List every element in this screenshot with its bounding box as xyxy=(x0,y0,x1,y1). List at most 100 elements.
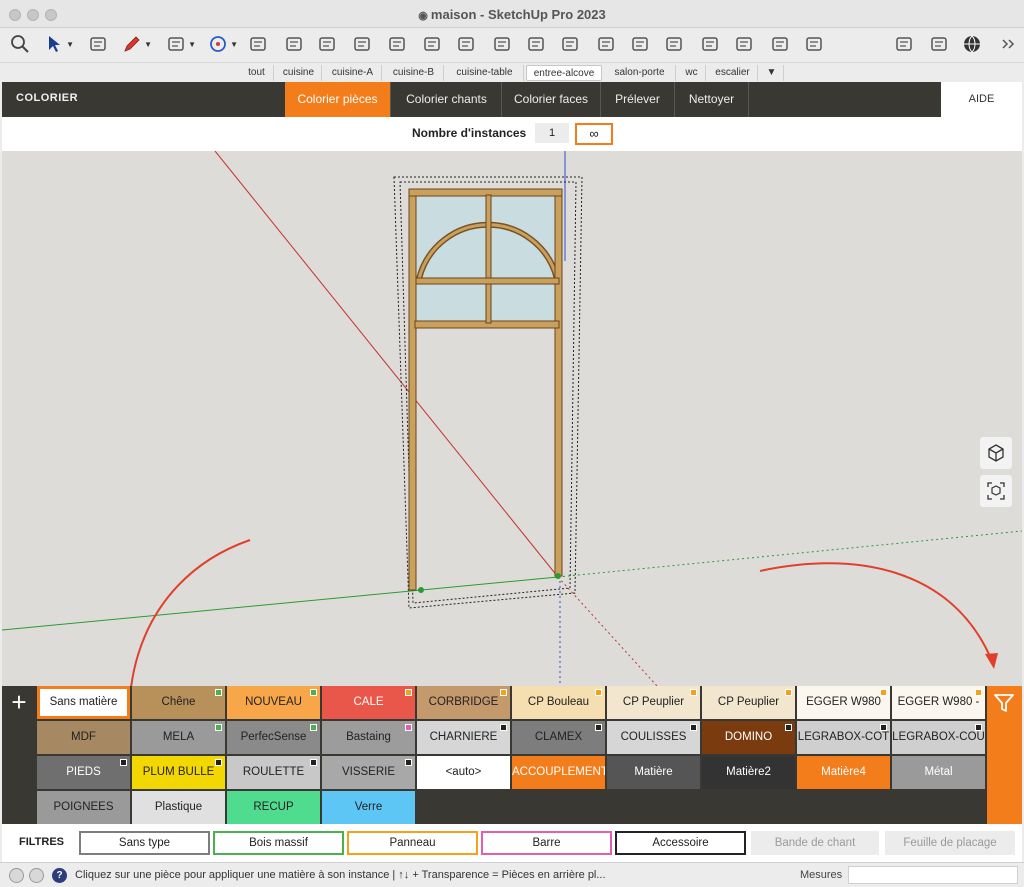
tab-nettoyer[interactable]: Nettoyer xyxy=(675,82,749,117)
material-swatch[interactable]: MELA xyxy=(132,721,225,754)
push-pull-icon[interactable] xyxy=(244,30,272,58)
material-swatch[interactable]: CHARNIERE xyxy=(417,721,510,754)
extension-icon[interactable] xyxy=(696,30,724,58)
scene-tab-salon-porte[interactable]: salon-porte xyxy=(604,65,676,81)
filter-toggle-button[interactable] xyxy=(987,686,1022,824)
material-swatch[interactable]: CP Bouleau xyxy=(512,686,605,719)
chevron-down-icon[interactable]: ▼ xyxy=(188,40,196,49)
material-swatch[interactable]: <auto> xyxy=(417,756,510,789)
chevron-down-icon[interactable]: ▼ xyxy=(144,40,152,49)
dots-icon[interactable] xyxy=(925,30,953,58)
text-icon[interactable] xyxy=(488,30,516,58)
help-question-icon[interactable]: ? xyxy=(52,868,67,883)
material-swatch[interactable]: LEGRABOX-COU xyxy=(892,721,985,754)
scene-tab-entree-alcove[interactable]: entree-alcove xyxy=(526,65,602,81)
zoom-extents-view-button[interactable] xyxy=(980,475,1012,507)
material-swatch[interactable]: Bastaing xyxy=(322,721,415,754)
material-swatch[interactable]: Verre xyxy=(322,791,415,824)
material-swatch[interactable]: PLUM BULLE xyxy=(132,756,225,789)
material-swatch[interactable]: CP Peuplier xyxy=(607,686,700,719)
tab-colorier-faces[interactable]: Colorier faces xyxy=(502,82,601,117)
scale-icon[interactable] xyxy=(383,30,411,58)
material-swatch[interactable]: CALE xyxy=(322,686,415,719)
material-swatch[interactable]: PIEDS xyxy=(37,756,130,789)
filter-panneau-button[interactable]: Panneau xyxy=(347,831,478,855)
select-arrow-icon[interactable]: ▼ xyxy=(40,30,74,58)
scene-tab-escalier[interactable]: escalier xyxy=(708,65,758,81)
filter-barre-button[interactable]: Barre xyxy=(481,831,612,855)
scene-tab-cuisine-table[interactable]: cuisine-table xyxy=(446,65,524,81)
filter-bois-massif-button[interactable]: Bois massif xyxy=(213,831,344,855)
material-swatch[interactable]: Matière xyxy=(607,756,700,789)
scene-tab-tout[interactable]: tout xyxy=(240,65,274,81)
material-swatch[interactable]: ACCOUPLEMENT xyxy=(512,756,605,789)
material-swatch[interactable]: Matière2 xyxy=(702,756,795,789)
rotate-icon[interactable] xyxy=(348,30,376,58)
material-swatch[interactable]: Plastique xyxy=(132,791,225,824)
material-swatch[interactable]: POIGNEES xyxy=(37,791,130,824)
chevron-down-icon[interactable]: ▼ xyxy=(66,40,74,49)
material-swatch[interactable]: EGGER W980 - xyxy=(892,686,985,719)
credits-icon[interactable] xyxy=(29,868,44,883)
move-icon[interactable] xyxy=(313,30,341,58)
scene-tab-more[interactable]: ▼ xyxy=(760,65,784,81)
orbit-icon[interactable] xyxy=(522,30,550,58)
material-swatch[interactable]: Matière4 xyxy=(797,756,890,789)
geo-location-icon[interactable] xyxy=(9,868,24,883)
material-swatch[interactable]: MDF xyxy=(37,721,130,754)
filter-feuille-de-placage-button[interactable]: Feuille de placage xyxy=(885,831,1015,855)
scene-tab-cuisine-A[interactable]: cuisine-A xyxy=(324,65,382,81)
instances-count-input[interactable]: 1 xyxy=(535,123,569,143)
scene-tab-cuisine[interactable]: cuisine xyxy=(276,65,322,81)
material-swatch[interactable]: PerfecSense xyxy=(227,721,320,754)
measurements-input[interactable] xyxy=(848,866,1018,884)
material-swatch[interactable]: CP Peuplier xyxy=(702,686,795,719)
model-viewport[interactable] xyxy=(2,151,1022,686)
tab-colorier-pieces[interactable]: Colorier pièces xyxy=(285,82,391,117)
section-icon[interactable] xyxy=(418,30,446,58)
zoom-icon[interactable] xyxy=(626,30,654,58)
settings-stack-icon[interactable] xyxy=(800,30,828,58)
panel-icon[interactable] xyxy=(890,30,918,58)
material-swatch[interactable]: Métal xyxy=(892,756,985,789)
material-swatch[interactable]: CORBRIDGE xyxy=(417,686,510,719)
chevron-down-icon[interactable]: ▼ xyxy=(230,40,238,49)
filter-accessoire-button[interactable]: Accessoire xyxy=(615,831,746,855)
pan-icon[interactable] xyxy=(556,30,584,58)
scene-tab-wc[interactable]: wc xyxy=(678,65,706,81)
help-button[interactable]: AIDE xyxy=(941,82,1022,117)
infinite-instances-button[interactable]: ∞ xyxy=(575,123,613,145)
material-swatch[interactable]: LEGRABOX-COT xyxy=(797,721,890,754)
title-bar: ◉ maison - SketchUp Pro 2023 xyxy=(0,0,1024,28)
tab-prelever[interactable]: Prélever xyxy=(601,82,675,117)
follow-me-icon[interactable] xyxy=(280,30,308,58)
material-swatch[interactable]: NOUVEAU xyxy=(227,686,320,719)
hand-icon[interactable] xyxy=(592,30,620,58)
material-swatch[interactable]: Sans matière xyxy=(37,686,130,719)
material-swatch[interactable]: CLAMEX xyxy=(512,721,605,754)
material-swatch[interactable]: Chêne xyxy=(132,686,225,719)
material-swatch[interactable]: ROULETTE xyxy=(227,756,320,789)
pencil-icon[interactable]: ▼ xyxy=(118,30,152,58)
circle-icon[interactable]: ▼ xyxy=(204,30,238,58)
add-material-button[interactable]: + xyxy=(2,686,36,720)
filter-sans-type-button[interactable]: Sans type xyxy=(79,831,210,855)
material-swatch[interactable]: VISSERIE xyxy=(322,756,415,789)
arc-icon[interactable]: ▼ xyxy=(162,30,196,58)
material-swatch[interactable]: EGGER W980 xyxy=(797,686,890,719)
more-icon[interactable] xyxy=(994,30,1022,58)
search-icon[interactable] xyxy=(6,30,34,58)
layers-icon[interactable] xyxy=(730,30,758,58)
filter-bande-de-chant-button[interactable]: Bande de chant xyxy=(751,831,879,855)
tab-colorier-chants[interactable]: Colorier chants xyxy=(392,82,502,117)
stack-icon[interactable] xyxy=(766,30,794,58)
scene-tab-cuisine-B[interactable]: cuisine-B xyxy=(384,65,444,81)
zoom-extents-icon[interactable] xyxy=(660,30,688,58)
eraser-icon[interactable] xyxy=(84,30,112,58)
material-swatch[interactable]: RECUP xyxy=(227,791,320,824)
material-swatch[interactable]: DOMINO xyxy=(702,721,795,754)
globe-icon[interactable] xyxy=(958,30,986,58)
iso-view-button[interactable] xyxy=(980,437,1012,469)
paint-bucket-icon[interactable] xyxy=(452,30,480,58)
material-swatch[interactable]: COULISSES xyxy=(607,721,700,754)
